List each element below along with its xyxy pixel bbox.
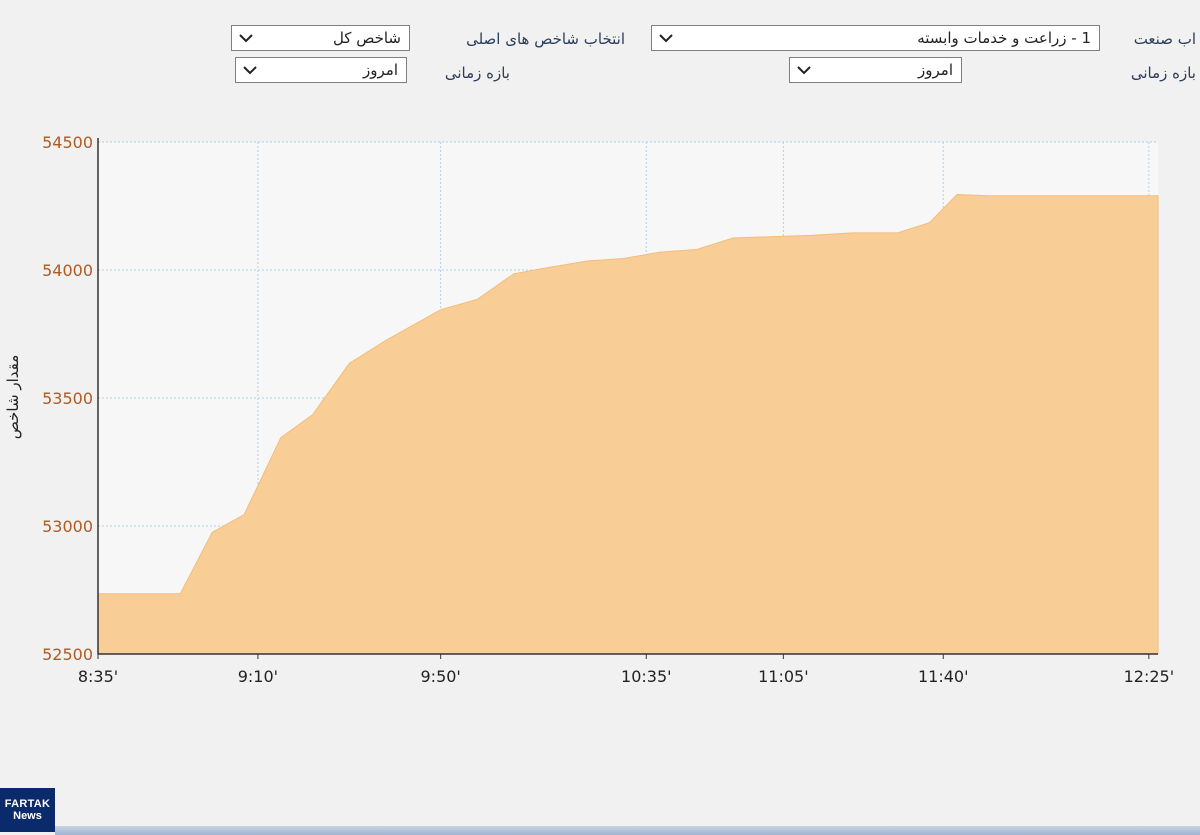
index-period-label: بازه زمانی <box>444 64 510 82</box>
index-period-value: امروز <box>363 61 398 79</box>
chevron-down-icon <box>232 26 260 50</box>
y-tick-label: 52500 <box>42 645 93 664</box>
y-tick-label: 53500 <box>42 389 93 408</box>
chevron-down-icon <box>652 26 680 50</box>
index-chart: 52500 53000 53500 54000 54500 8:35' 9:10' 9:50… <box>0 120 1200 710</box>
x-tick-label: 9:50' <box>421 667 461 686</box>
y-tick-label: 54000 <box>42 261 93 280</box>
x-tick-label: 11:05' <box>758 667 809 686</box>
logo-line2: News <box>13 810 42 822</box>
main-index-label: انتخاب شاخص های اصلی <box>466 30 625 48</box>
y-tick-label: 53000 <box>42 517 93 536</box>
chevron-down-icon <box>790 58 818 82</box>
x-tick-label: 8:35' <box>78 667 118 686</box>
index-period-select[interactable]: امروز <box>235 57 407 83</box>
industry-period-label: بازه زمانی <box>1130 64 1196 82</box>
y-tick-label: 54500 <box>42 133 93 152</box>
x-tick-label: 10:35' <box>621 667 672 686</box>
index-area-chart: 52500 53000 53500 54000 54500 8:35' 9:10' 9:50… <box>4 133 1174 686</box>
fartak-news-logo: FARTAK News <box>0 788 55 832</box>
x-tick-label: 11:40' <box>918 667 969 686</box>
bottom-bar <box>55 826 1200 835</box>
x-tick-label: 12:25' <box>1124 667 1175 686</box>
industry-label: اب صنعت <box>1133 30 1196 48</box>
industry-select[interactable]: 1 - زراعت و خدمات وابسته <box>651 25 1100 51</box>
y-axis-label: مقدار شاخص <box>4 355 22 439</box>
chevron-down-icon <box>236 58 264 82</box>
industry-select-value: 1 - زراعت و خدمات وابسته <box>917 29 1091 47</box>
logo-line1: FARTAK <box>4 797 51 810</box>
main-index-select[interactable]: شاخص کل <box>231 25 410 51</box>
x-tick-labels: 8:35' 9:10' 9:50' 10:35' 11:05' 11:40' 12:25' <box>78 654 1174 686</box>
main-index-value: شاخص کل <box>332 29 401 47</box>
x-tick-label: 9:10' <box>238 667 278 686</box>
y-tick-labels: 52500 53000 53500 54000 54500 <box>42 133 93 664</box>
industry-period-value: امروز <box>918 61 953 79</box>
industry-period-select[interactable]: امروز <box>789 57 962 83</box>
